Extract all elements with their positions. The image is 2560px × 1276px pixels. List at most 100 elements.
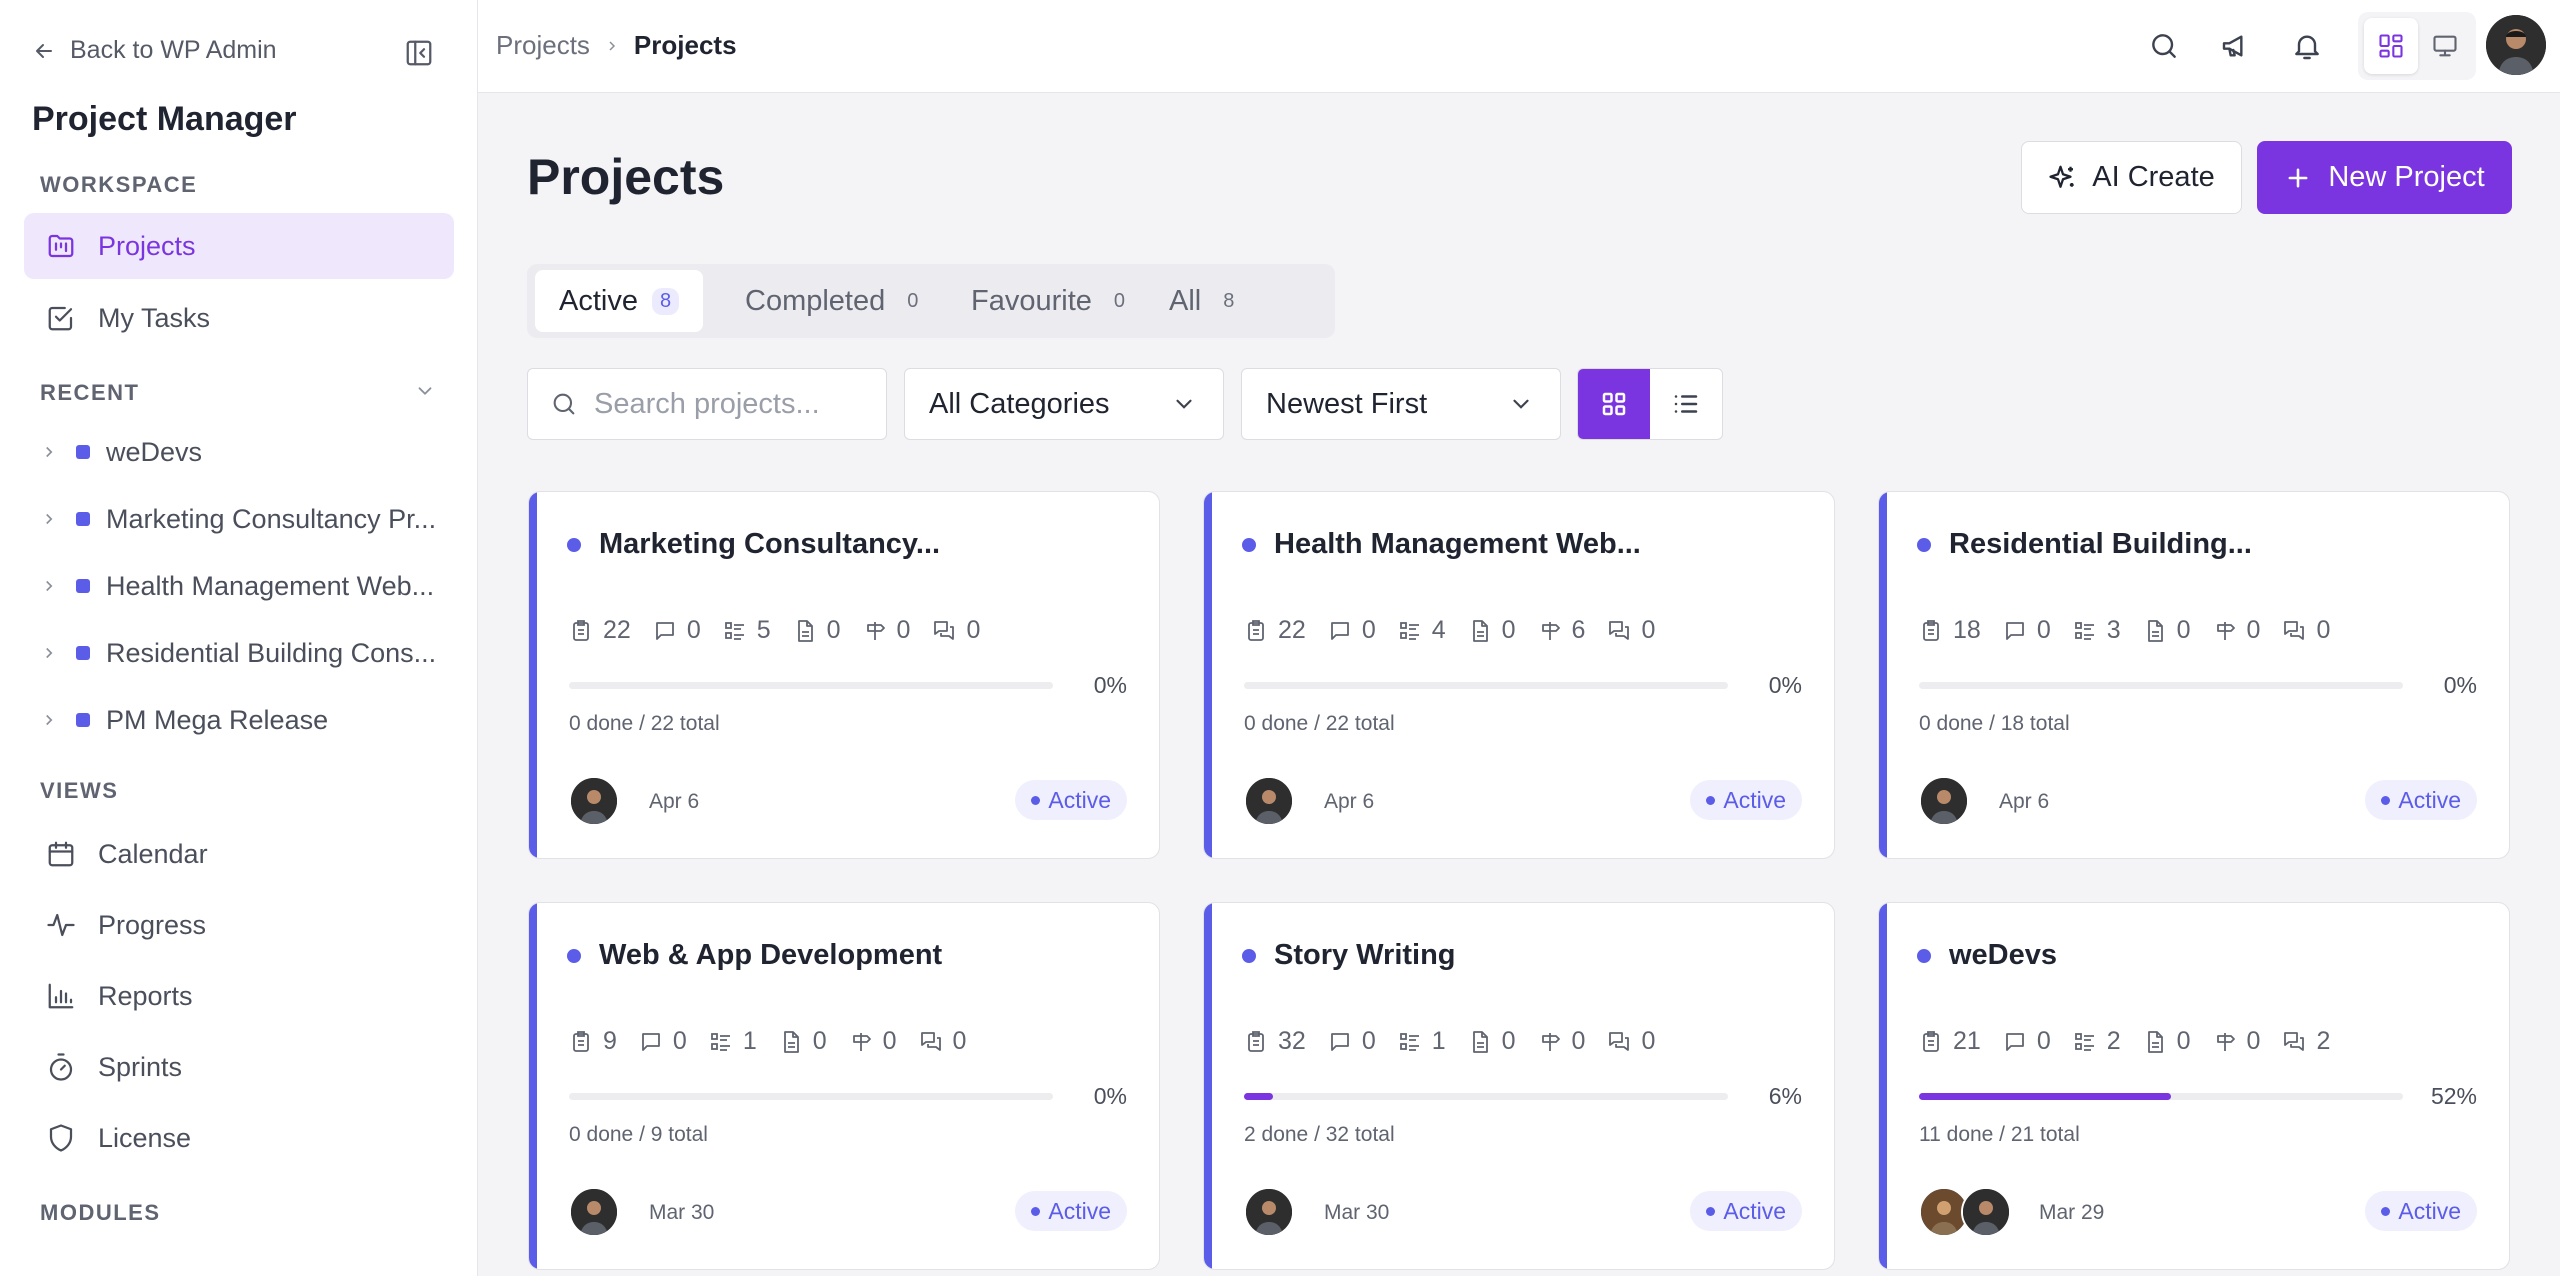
recent-item[interactable]: Marketing Consultancy Pr...: [40, 494, 460, 544]
project-card[interactable]: Web & App Development 9 0 1 0 0 0 0% 0 d…: [528, 902, 1160, 1270]
tab-favourite[interactable]: Favourite 0: [947, 270, 1157, 332]
recent-item-label: Marketing Consultancy Pr...: [106, 503, 437, 534]
stat-milestones: 6: [1538, 616, 1586, 645]
stat-value: 0: [966, 616, 981, 644]
project-date: Apr 6: [649, 790, 700, 813]
search-button[interactable]: [2144, 26, 2184, 66]
back-to-wp-admin-link[interactable]: Back to WP Admin: [32, 36, 277, 65]
recent-item[interactable]: weDevs: [40, 427, 460, 477]
app-title: Project Manager: [32, 100, 297, 138]
announcements-button[interactable]: [2216, 26, 2256, 66]
notifications-button[interactable]: [2287, 26, 2327, 66]
stat-tasks: 22: [569, 616, 631, 645]
status-label: Active: [2398, 1197, 2461, 1224]
sidebar-item-sprints[interactable]: Sprints: [24, 1034, 454, 1100]
chevron-right-icon[interactable]: [40, 711, 62, 729]
grid-view-button[interactable]: [1578, 369, 1650, 439]
member-avatars: [1244, 776, 1294, 826]
stat-comments: 0: [1328, 1027, 1376, 1056]
stat-comments: 0: [639, 1027, 687, 1056]
layout-dashboard-icon: [2377, 32, 2405, 60]
desktop-view-button[interactable]: [2418, 18, 2472, 74]
list-view-button[interactable]: [1650, 369, 1722, 439]
stat-value: 6: [1571, 616, 1586, 644]
recent-item-label: Residential Building Cons...: [106, 637, 437, 668]
recent-item[interactable]: Health Management Web...: [40, 561, 460, 611]
sidebar-item-my-tasks[interactable]: My Tasks: [24, 285, 454, 351]
progress-summary: 0 done / 9 total: [569, 1123, 708, 1146]
stat-value: 0: [826, 616, 841, 644]
ai-create-button[interactable]: AI Create: [2021, 141, 2242, 214]
project-title[interactable]: weDevs: [1949, 939, 2057, 972]
tab-all[interactable]: All 8: [1145, 270, 1266, 332]
list-checks-icon: [709, 1030, 733, 1054]
tab-active[interactable]: Active 8: [535, 270, 704, 332]
message-square-icon: [1328, 1030, 1352, 1054]
member-avatar[interactable]: [569, 776, 619, 826]
sort-select[interactable]: Newest First: [1241, 368, 1561, 440]
search-box: [527, 368, 887, 440]
chevron-right-icon[interactable]: [40, 510, 62, 528]
tab-label: Completed: [745, 284, 886, 317]
file-icon: [2143, 619, 2167, 643]
bell-icon: [2291, 30, 2323, 62]
chevron-right-icon[interactable]: [40, 644, 62, 662]
stat-discussions: 0: [919, 1027, 966, 1056]
modules-section-label: MODULES: [40, 1200, 161, 1225]
project-card[interactable]: Health Management Web... 22 0 4 0 6 0 0%…: [1203, 491, 1835, 859]
category-select[interactable]: All Categories: [904, 368, 1224, 440]
sidebar-item-progress[interactable]: Progress: [24, 892, 454, 958]
stat-value: 0: [882, 1027, 897, 1055]
sidebar-item-license[interactable]: License: [24, 1105, 454, 1171]
dashboard-view-button[interactable]: [2364, 18, 2418, 74]
search-input[interactable]: [594, 387, 874, 421]
chevron-right-icon[interactable]: [40, 577, 62, 595]
sidebar-item-projects[interactable]: Projects: [24, 213, 454, 279]
sidebar-item-calendar[interactable]: Calendar: [24, 821, 454, 887]
member-avatar[interactable]: [1961, 1187, 2011, 1237]
breadcrumb-link[interactable]: Projects: [496, 30, 590, 61]
member-avatars: [1244, 1187, 1294, 1237]
member-avatar[interactable]: [1244, 776, 1294, 826]
project-title[interactable]: Residential Building...: [1949, 528, 2252, 561]
project-card[interactable]: Marketing Consultancy... 22 0 5 0 0 0 0%…: [528, 491, 1160, 859]
clipboard-icon: [1244, 1030, 1268, 1054]
chevron-right-icon[interactable]: [40, 443, 62, 461]
project-color-swatch: [76, 512, 90, 526]
file-icon: [1468, 619, 1492, 643]
sidebar-item-reports[interactable]: Reports: [24, 963, 454, 1029]
stat-value: 5: [756, 616, 771, 644]
messages-icon: [1607, 1030, 1631, 1054]
project-card[interactable]: weDevs 21 0 2 0 0 2 52% 11 done / 21 tot…: [1878, 902, 2510, 1270]
new-project-button[interactable]: New Project: [2257, 141, 2512, 214]
member-avatar[interactable]: [1919, 776, 1969, 826]
stat-value: 22: [603, 616, 631, 644]
recent-item[interactable]: Residential Building Cons...: [40, 628, 460, 678]
project-title[interactable]: Web & App Development: [599, 939, 942, 972]
tab-completed[interactable]: Completed 0: [721, 270, 950, 332]
clipboard-icon: [1244, 619, 1268, 643]
user-avatar[interactable]: [2486, 15, 2546, 75]
badge-dot: [2381, 795, 2391, 805]
chevron-down-icon[interactable]: [414, 380, 436, 402]
project-card[interactable]: Residential Building... 18 0 3 0 0 0 0% …: [1878, 491, 2510, 859]
project-title[interactable]: Story Writing: [1274, 939, 1456, 972]
page-title: Projects: [527, 149, 725, 205]
member-avatar[interactable]: [569, 1187, 619, 1237]
member-avatar[interactable]: [1244, 1187, 1294, 1237]
plus-icon: [2284, 164, 2312, 192]
stat-discussions: 0: [1607, 616, 1655, 645]
collapse-sidebar-button[interactable]: [404, 38, 436, 70]
megaphone-icon: [2220, 30, 2252, 62]
stat-tasks: 18: [1919, 616, 1981, 645]
project-card[interactable]: Story Writing 32 0 1 0 0 0 6% 2 done / 3…: [1203, 902, 1835, 1270]
progress-summary: 0 done / 22 total: [1244, 712, 1395, 735]
recent-item[interactable]: PM Mega Release: [40, 695, 460, 745]
signpost-icon: [1538, 619, 1562, 643]
search-icon: [2148, 30, 2180, 62]
project-title[interactable]: Health Management Web...: [1274, 528, 1641, 561]
progress-summary: 11 done / 21 total: [1919, 1123, 2080, 1146]
sidebar-item-label: Sprints: [98, 1051, 183, 1082]
project-title[interactable]: Marketing Consultancy...: [599, 528, 940, 561]
stat-value: 0: [2246, 1027, 2261, 1055]
